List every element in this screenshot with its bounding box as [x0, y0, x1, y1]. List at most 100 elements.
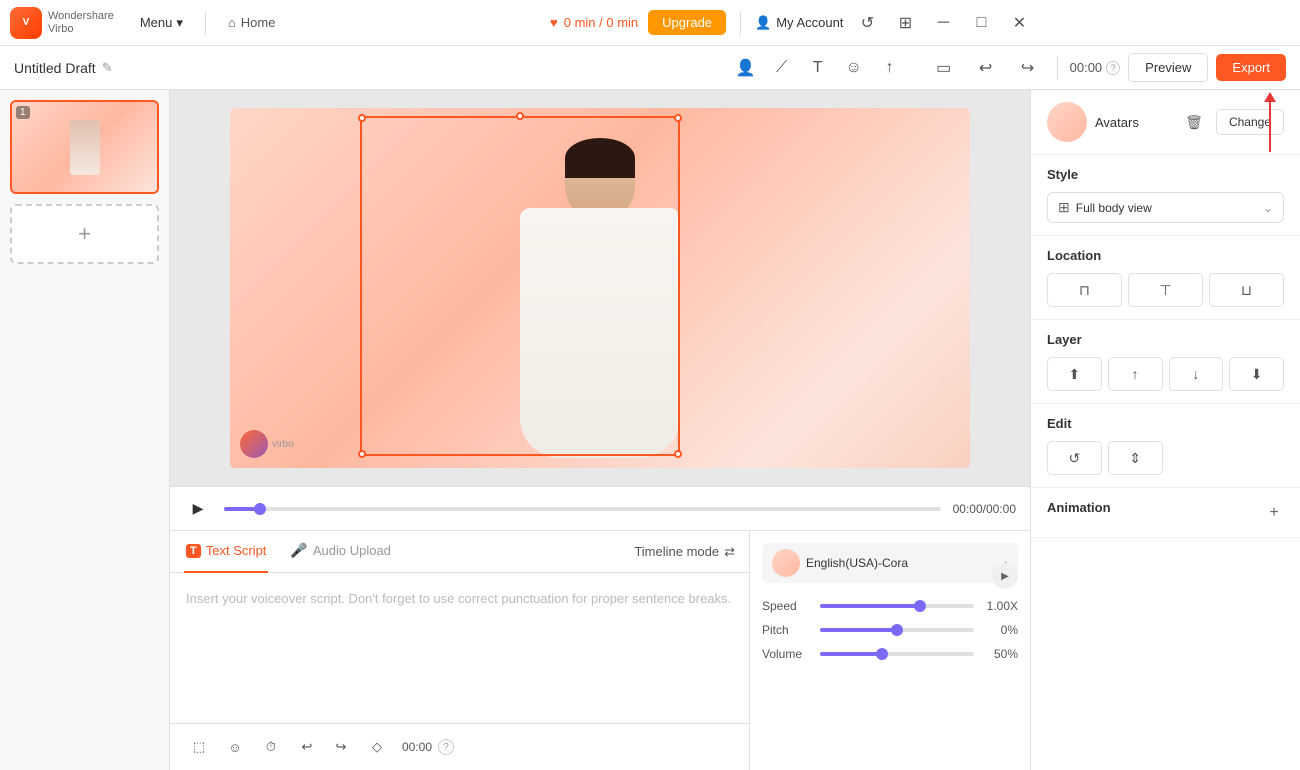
pitch-fill — [820, 628, 897, 632]
help-circle-icon[interactable]: ? — [1106, 61, 1120, 75]
undo-icon[interactable]: ↩ — [969, 51, 1003, 85]
secondbar-right: ▭ ↩ ↪ 00:00 ? Preview Export — [927, 51, 1286, 85]
edit-controls: ↺ ⇕ — [1047, 441, 1284, 475]
divider2 — [740, 11, 741, 35]
progress-bar[interactable] — [224, 507, 941, 511]
insert-variable-icon[interactable]: ⬚ — [184, 732, 214, 762]
script-toolbar: ⬚ ☺ ⏱ ↩ ↪ ◇ 00:00 ? — [170, 723, 749, 770]
upgrade-button[interactable]: Upgrade — [648, 10, 726, 35]
edit-mirror-icon[interactable]: ⇕ — [1108, 441, 1163, 475]
loc-top-center[interactable]: ⊤ — [1128, 273, 1203, 307]
playback-time: 00:00/00:00 — [953, 502, 1016, 516]
aspect-ratio-icon[interactable]: ▭ — [927, 51, 961, 85]
style-chevron-icon: ⌄ — [1263, 201, 1273, 215]
add-slide-button[interactable]: + — [10, 204, 159, 264]
change-avatar-button[interactable]: Change — [1216, 109, 1284, 135]
maximize-icon[interactable]: □ — [967, 9, 995, 37]
edit-rotate-icon[interactable]: ↺ — [1047, 441, 1102, 475]
voice-play-button[interactable]: ▶ — [992, 563, 1018, 589]
volume-thumb[interactable] — [876, 648, 888, 660]
pitch-slider[interactable] — [820, 628, 974, 632]
canvas-selection — [360, 116, 680, 456]
script-time-display: 00:00 — [402, 740, 432, 754]
script-help-icon[interactable]: ? — [438, 739, 454, 755]
corner-br[interactable] — [674, 450, 682, 458]
tab-audio-upload[interactable]: 🎤 Audio Upload — [288, 531, 393, 573]
undo-script-icon[interactable]: ↩ — [292, 732, 322, 762]
volume-fill — [820, 652, 882, 656]
text-script-icon: T — [186, 544, 201, 558]
right-panel: Avatars 🗑 Change Style ⊞ Full body view … — [1030, 90, 1300, 770]
delete-avatar-icon[interactable]: 🗑 — [1180, 108, 1208, 136]
voice-selector[interactable]: English(USA)-Cora › — [762, 543, 1018, 583]
edit-title-icon[interactable]: ✎ — [102, 60, 113, 76]
clock-tool-icon[interactable]: ⏱ — [256, 732, 286, 762]
loc-top-left[interactable]: ⊓ — [1047, 273, 1122, 307]
close-icon[interactable]: ✕ — [1005, 9, 1033, 37]
topbar-center: ♥ 0 min / 0 min Upgrade 👤 My Account ↺ ⊞… — [293, 9, 1290, 37]
layer-up[interactable]: ↑ — [1108, 357, 1163, 391]
volume-slider[interactable] — [820, 652, 974, 656]
tab-text-script[interactable]: T Text Script — [184, 531, 268, 573]
minimize-icon[interactable]: ─ — [929, 9, 957, 37]
speed-row: Speed 1.00X — [762, 599, 1018, 613]
timer-display: ♥ 0 min / 0 min — [550, 15, 638, 30]
secondbar-tools: 👤 ⟋ T ☺ ↑ — [729, 51, 907, 85]
speed-slider[interactable] — [820, 604, 974, 608]
layer-down[interactable]: ↓ — [1169, 357, 1224, 391]
secondbar: Untitled Draft ✎ 👤 ⟋ T ☺ ↑ ▭ ↩ ↪ 00:00 ?… — [0, 46, 1300, 90]
rp-location-section: Location ⊓ ⊤ ⊔ — [1031, 236, 1300, 320]
audio-upload-icon: 🎤 — [290, 542, 307, 559]
export-button[interactable]: Export — [1216, 54, 1286, 81]
style-dropdown[interactable]: ⊞ Full body view ⌄ — [1047, 192, 1284, 223]
speed-thumb[interactable] — [914, 600, 926, 612]
refresh-icon[interactable]: ↺ — [853, 9, 881, 37]
location-grid: ⊓ ⊤ ⊔ — [1047, 273, 1284, 307]
home-button[interactable]: ⌂ Home — [218, 11, 286, 34]
rp-style-section: Style ⊞ Full body view ⌄ — [1031, 155, 1300, 236]
redo-script-icon[interactable]: ↪ — [326, 732, 356, 762]
logo: V Wondershare Virbo — [10, 7, 114, 39]
tool-emoji-icon[interactable]: ☺ — [837, 51, 871, 85]
topbar: V Wondershare Virbo Menu ▾ ⌂ Home ♥ 0 mi… — [0, 0, 1300, 46]
divider — [205, 11, 206, 35]
playback-bar: ▶ 00:00/00:00 — [170, 486, 1030, 530]
corner-tl[interactable] — [358, 114, 366, 122]
grid-icon[interactable]: ⊞ — [891, 9, 919, 37]
canvas-area: virbo — [170, 90, 1030, 486]
progress-thumb[interactable] — [254, 503, 266, 515]
divider3 — [1057, 56, 1058, 80]
diamond-icon[interactable]: ◇ — [362, 732, 392, 762]
corner-bl[interactable] — [358, 450, 366, 458]
add-animation-button[interactable]: + — [1264, 503, 1284, 523]
timeline-mode-toggle[interactable]: Timeline mode ⇄ — [634, 544, 735, 560]
slide-item-1[interactable]: 1 — [10, 100, 159, 194]
pitch-thumb[interactable] — [891, 624, 903, 636]
avatar-thumbnail — [1047, 102, 1087, 142]
layer-to-bottom[interactable]: ⬇ — [1229, 357, 1284, 391]
preview-button[interactable]: Preview — [1128, 53, 1208, 82]
layer-to-top[interactable]: ⬆ — [1047, 357, 1102, 391]
tool-avatar-icon[interactable]: 👤 — [729, 51, 763, 85]
account-button[interactable]: 👤 My Account — [755, 15, 843, 31]
time-display: 00:00 ? — [1070, 60, 1121, 75]
emoji-tool-icon[interactable]: ☺ — [220, 732, 250, 762]
rp-layer-section: Layer ⬆ ↑ ↓ ⬇ — [1031, 320, 1300, 404]
corner-tr[interactable] — [674, 114, 682, 122]
redo-icon[interactable]: ↪ — [1011, 51, 1045, 85]
canvas-background: virbo — [230, 108, 970, 468]
pitch-row: Pitch 0% — [762, 623, 1018, 637]
tool-split-icon[interactable]: ⟋ — [765, 51, 799, 85]
loc-top-right[interactable]: ⊔ — [1209, 273, 1284, 307]
top-handle[interactable] — [516, 112, 524, 120]
rp-edit-section: Edit ↺ ⇕ — [1031, 404, 1300, 488]
menu-button[interactable]: Menu ▾ — [130, 11, 193, 35]
full-body-icon: ⊞ — [1058, 199, 1070, 216]
canvas-viewport: virbo — [170, 90, 1030, 486]
tool-media-icon[interactable]: ↑ — [873, 51, 907, 85]
logo-icon: V — [10, 7, 42, 39]
voice-section: English(USA)-Cora › ▶ Speed 1.00X Pitch — [750, 531, 1030, 770]
play-button[interactable]: ▶ — [184, 495, 212, 523]
slide-thumb — [12, 102, 157, 192]
tool-text-icon[interactable]: T — [801, 51, 835, 85]
